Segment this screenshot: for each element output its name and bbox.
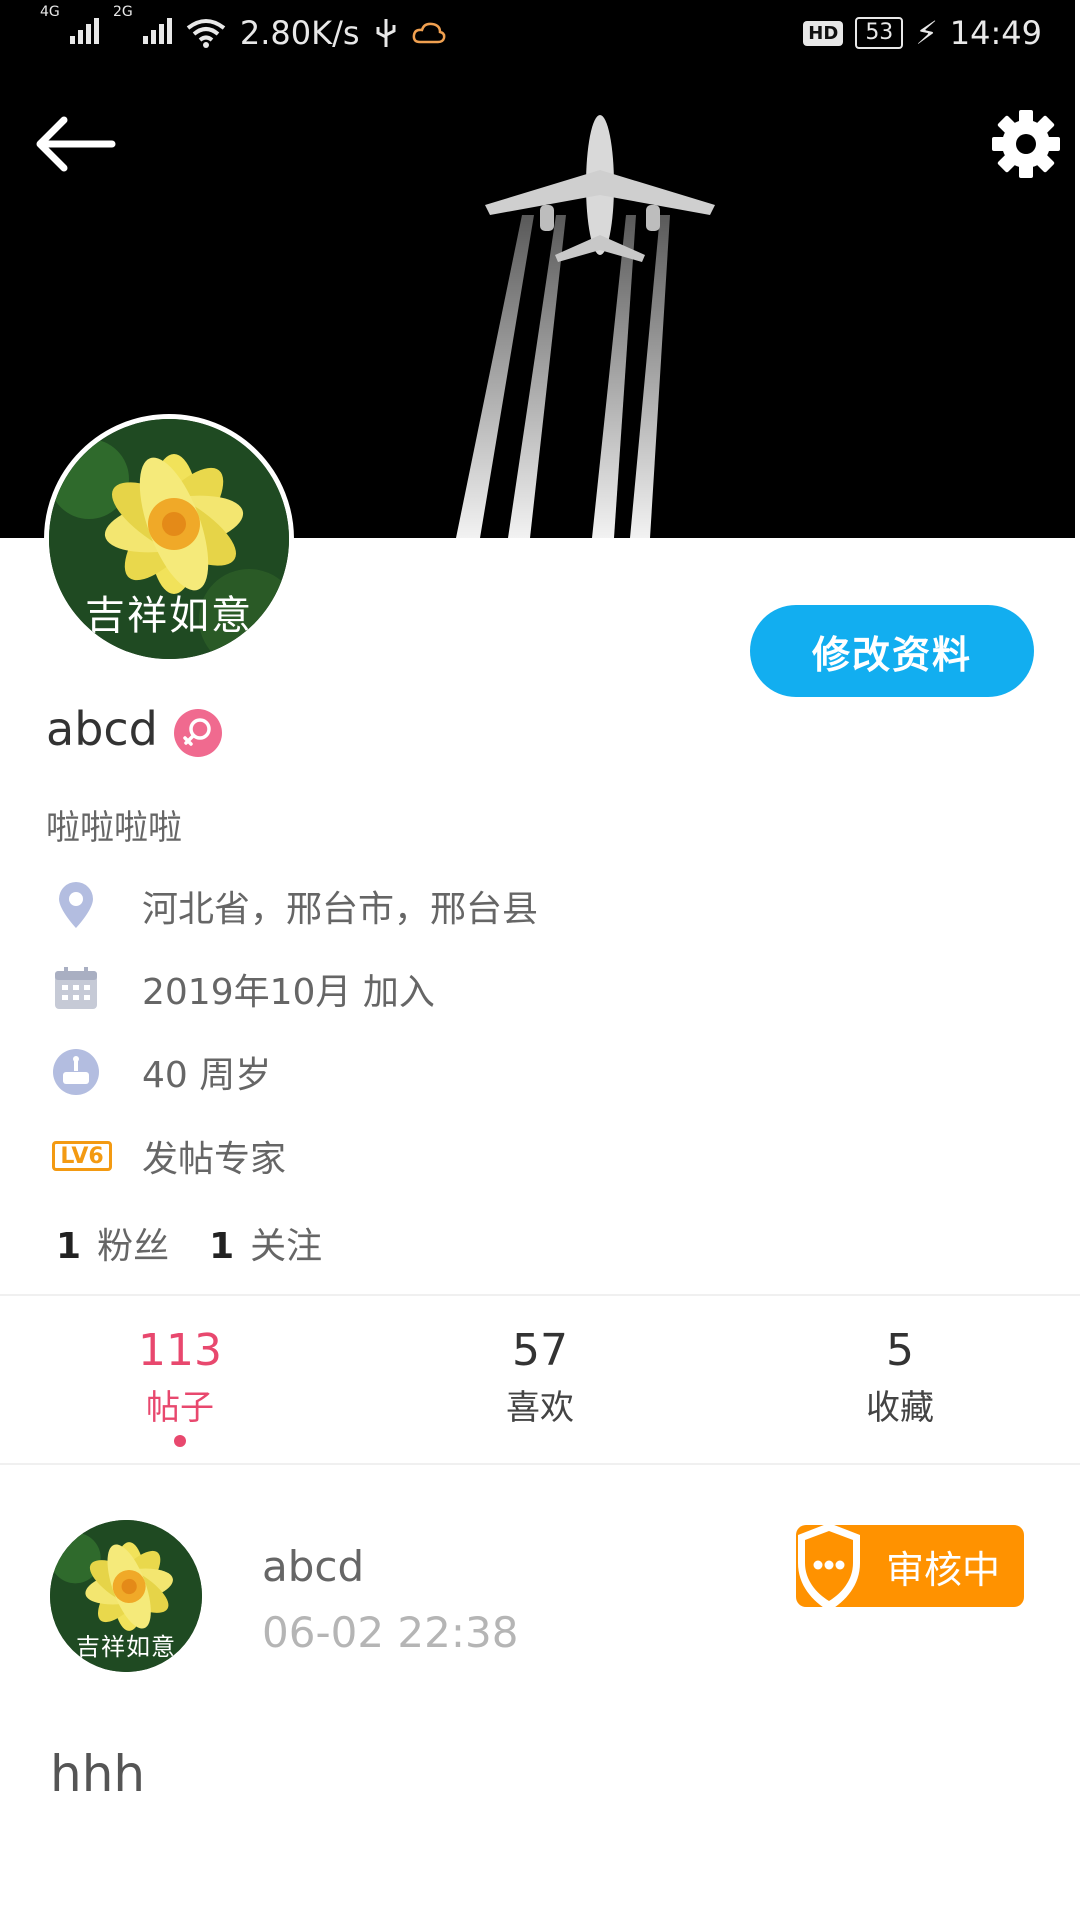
review-status-badge: 审核中 [796, 1523, 1024, 1611]
battery-indicator: 53 [855, 17, 904, 49]
tab-count: 57 [512, 1325, 568, 1376]
active-tab-indicator [174, 1435, 186, 1447]
charging-icon: ⚡ [915, 14, 938, 52]
usb-icon [376, 19, 396, 47]
location-pin-icon [52, 882, 100, 930]
hd-badge: HD [803, 20, 844, 46]
cloud-icon [412, 22, 445, 44]
followers-link[interactable]: 1 粉丝 [56, 1217, 169, 1269]
gear-icon [992, 110, 1060, 178]
tab-count: 113 [138, 1325, 222, 1376]
back-button[interactable] [20, 100, 120, 188]
signal-icon: 4G [40, 4, 99, 52]
clock: 14:49 [949, 14, 1042, 52]
settings-button[interactable] [986, 104, 1066, 184]
tab-favorites[interactable]: 5 收藏 [800, 1325, 1000, 1429]
review-status-text: 审核中 [885, 1547, 1000, 1592]
tab-label: 收藏 [866, 1388, 934, 1428]
joined-row: 2019年10月 加入 [52, 961, 435, 1017]
post-content[interactable]: hhh [50, 1745, 145, 1803]
level-row: LV6 发帖专家 [52, 1128, 286, 1184]
divider [0, 1463, 1080, 1465]
avatar-caption: 吉祥如意 [85, 593, 253, 639]
wifi-icon [186, 19, 226, 48]
following-link[interactable]: 1 关注 [209, 1217, 322, 1269]
joined-text: 2019年10月 加入 [142, 972, 435, 1013]
location-row: 河北省，邢台市，邢台县 [52, 878, 538, 934]
arrow-left-icon [36, 116, 116, 172]
shield-icon [798, 1523, 860, 1611]
tab-label: 帖子 [146, 1388, 214, 1428]
profile-avatar[interactable]: 吉祥如意 [44, 414, 294, 664]
post-time: 06-02 22:38 [262, 1608, 519, 1657]
tab-label: 喜欢 [506, 1388, 574, 1428]
username: abcd [46, 702, 158, 756]
calendar-icon [52, 965, 100, 1013]
level-title: 发帖专家 [142, 1139, 287, 1180]
avatar-caption: 吉祥如意 [76, 1633, 176, 1661]
age-text: 40 周岁 [142, 1055, 272, 1096]
signal-icon-secondary: 2G [113, 4, 172, 52]
bio: 啦啦啦啦 [46, 808, 182, 848]
tab-count: 5 [886, 1325, 914, 1376]
female-icon [174, 709, 222, 757]
status-bar: 4G 2G 2.80K/s HD 53 ⚡ 14:49 [0, 0, 1080, 72]
post-author-avatar[interactable]: 吉祥如意 [50, 1520, 202, 1672]
tab-posts[interactable]: 113 帖子 [80, 1325, 280, 1447]
follow-stats: 1 粉丝 1 关注 [56, 1217, 322, 1269]
tab-likes[interactable]: 57 喜欢 [440, 1325, 640, 1429]
location-text: 河北省，邢台市，邢台县 [142, 889, 539, 930]
post-author[interactable]: abcd [262, 1542, 364, 1591]
age-row: 40 周岁 [52, 1044, 271, 1100]
edit-profile-button[interactable]: 修改资料 [750, 605, 1034, 697]
network-speed: 2.80K/s [239, 14, 360, 52]
level-badge: LV6 [52, 1141, 112, 1171]
birthday-cake-icon [52, 1048, 100, 1096]
divider [0, 1294, 1080, 1296]
